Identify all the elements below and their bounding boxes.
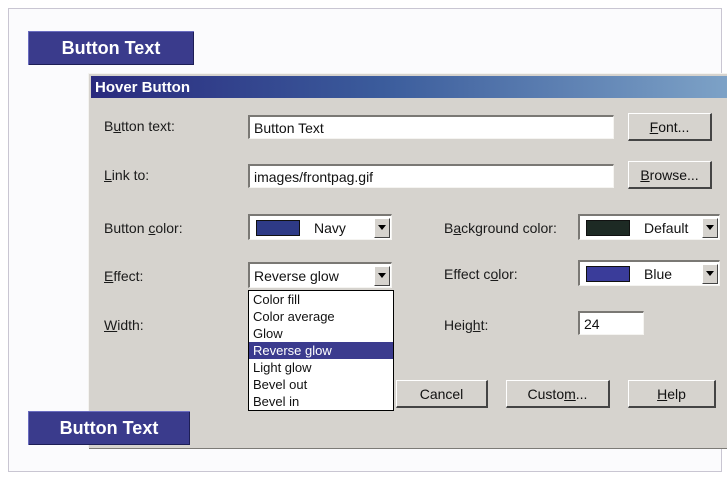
effect-color-select[interactable]: Blue bbox=[578, 260, 720, 286]
button-color-select[interactable]: Navy bbox=[248, 214, 392, 240]
effect-dropdown-list: Color fill Color average Glow Reverse glow L… bbox=[248, 290, 394, 411]
effect-color-value: Blue bbox=[644, 265, 673, 282]
chevron-down-icon[interactable] bbox=[374, 265, 390, 286]
effect-option[interactable]: Color fill bbox=[249, 291, 393, 308]
button-color-swatch bbox=[256, 219, 300, 236]
effect-option[interactable]: Light glow bbox=[249, 359, 393, 376]
effect-color-swatch bbox=[586, 265, 630, 282]
button-text-label: Button text: bbox=[104, 118, 175, 134]
effect-option[interactable]: Bevel in bbox=[249, 393, 393, 410]
link-to-input[interactable]: images/frontpag.gif bbox=[248, 164, 614, 188]
link-to-label: Link to: bbox=[104, 167, 150, 183]
dialog-titlebar: Hover Button x bbox=[91, 76, 727, 98]
background-color-select[interactable]: Default bbox=[578, 214, 720, 240]
button-color-label: Button color: bbox=[104, 220, 183, 236]
effect-select[interactable]: Reverse glow bbox=[248, 262, 392, 288]
chevron-down-icon[interactable] bbox=[702, 263, 718, 284]
effect-option[interactable]: Bevel out bbox=[249, 376, 393, 393]
chevron-down-icon[interactable] bbox=[702, 217, 718, 238]
dialog-title: Hover Button bbox=[95, 78, 190, 96]
font-button[interactable]: Font... bbox=[628, 113, 712, 141]
background-color-swatch bbox=[586, 219, 630, 236]
hover-button-preview-top[interactable]: Button Text bbox=[28, 31, 194, 65]
help-button[interactable]: Help bbox=[628, 380, 716, 408]
background-color-label: Background color: bbox=[444, 220, 557, 236]
button-color-value: Navy bbox=[314, 219, 346, 236]
cancel-button[interactable]: Cancel bbox=[396, 380, 488, 408]
chevron-down-icon[interactable] bbox=[374, 217, 390, 238]
effect-label: Effect: bbox=[104, 268, 144, 284]
hover-button-preview-bottom[interactable]: Button Text bbox=[28, 411, 190, 445]
effect-option[interactable]: Reverse glow bbox=[249, 342, 393, 359]
custom-button[interactable]: Custo m... bbox=[506, 380, 610, 408]
height-input[interactable]: 24 bbox=[578, 311, 644, 335]
width-label: Width: bbox=[104, 317, 144, 333]
effect-option[interactable]: Glow bbox=[249, 325, 393, 342]
effect-value: Reverse glow bbox=[254, 267, 339, 284]
effect-color-label: Effect color: bbox=[444, 266, 518, 282]
effect-option[interactable]: Color average bbox=[249, 308, 393, 325]
background-color-value: Default bbox=[644, 219, 689, 236]
button-text-input[interactable]: Button Text bbox=[248, 115, 614, 139]
height-label: Height: bbox=[444, 317, 489, 333]
browse-button[interactable]: Browse... bbox=[628, 161, 712, 189]
